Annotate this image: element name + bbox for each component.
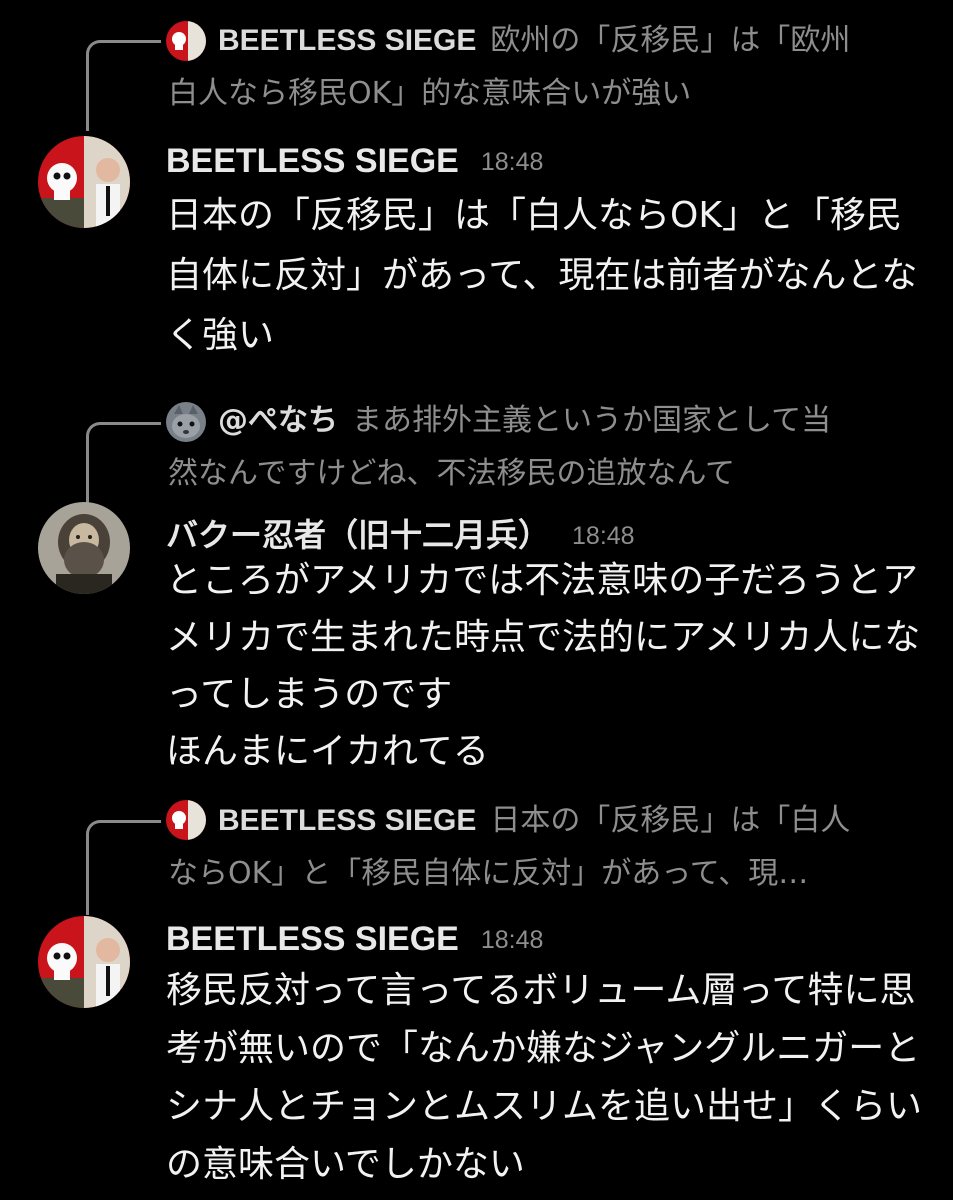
reply-connector-line	[86, 422, 161, 515]
reply-text-line2: 然なんですけどね、不法移民の追放なんて	[168, 456, 735, 491]
author-row: BEETLESS SIEGE 18:48	[166, 920, 543, 959]
author-name[interactable]: バクー忍者（旧十二月兵）	[166, 516, 550, 554]
reply-preview[interactable]: BEETLESS SIEGE 欧州の「反移民」は「欧州 白人なら移民OK」的な意味…	[168, 14, 908, 120]
message-3[interactable]: BEETLESS SIEGE 日本の「反移民」は「白人 ならOK」と「移民自体に反…	[0, 770, 953, 1200]
reply-author: BEETLESS SIEGE	[218, 804, 477, 837]
reply-text-line1: 日本の「反移民」は「白人	[490, 803, 851, 838]
reply-author: BEETLESS SIEGE	[218, 24, 477, 57]
reply-text-line2: 白人なら移民OK」的な意味合いが強い	[168, 76, 692, 111]
message-body: 日本の「反移民」は「白人ならOK」と「移民自体に反対」があって、現在は前者がなん…	[166, 195, 918, 356]
author-row: BEETLESS SIEGE 18:48	[166, 142, 543, 181]
message-body: 移民反対って言ってるボリューム層って特に思考が無いので「なんか嫌なジャングルニガ…	[166, 970, 923, 1185]
reply-connector-line	[86, 820, 161, 915]
author-name[interactable]: BEETLESS SIEGE	[166, 920, 459, 958]
message-body: ところがアメリカでは不法意味の子だろうとアメリカで生まれた時点で法的にアメリカ人…	[166, 560, 921, 772]
reply-text-line1: 欧州の「反移民」は「欧州	[490, 23, 851, 58]
timestamp: 18:48	[480, 148, 544, 176]
reply-preview[interactable]: BEETLESS SIEGE 日本の「反移民」は「白人 ならOK」と「移民自体に反…	[168, 794, 908, 900]
reply-text-line1: まあ排外主義というか国家として当	[352, 403, 832, 438]
reply-author: @ぺなち	[218, 403, 338, 438]
message-2[interactable]: @ぺなち まあ排外主義というか国家として当 然なんですけどね、不法移民の追放なんて…	[0, 380, 953, 772]
timestamp: 18:48	[480, 926, 544, 954]
skull-flag-avatar-icon[interactable]	[38, 916, 130, 1008]
skull-flag-avatar-icon[interactable]	[38, 136, 130, 228]
message-1[interactable]: BEETLESS SIEGE 欧州の「反移民」は「欧州 白人なら移民OK」的な意味…	[0, 0, 953, 380]
author-name[interactable]: BEETLESS SIEGE	[166, 142, 459, 180]
reply-preview[interactable]: @ぺなち まあ排外主義というか国家として当 然なんですけどね、不法移民の追放なんて	[168, 394, 908, 500]
reply-connector-line	[86, 40, 161, 131]
bearded-man-avatar-icon[interactable]	[38, 502, 130, 594]
reply-text-line2: ならOK」と「移民自体に反対」があって、現…	[168, 856, 809, 891]
timestamp: 18:48	[572, 522, 635, 550]
author-row: バクー忍者（旧十二月兵） 18:48	[166, 510, 635, 556]
